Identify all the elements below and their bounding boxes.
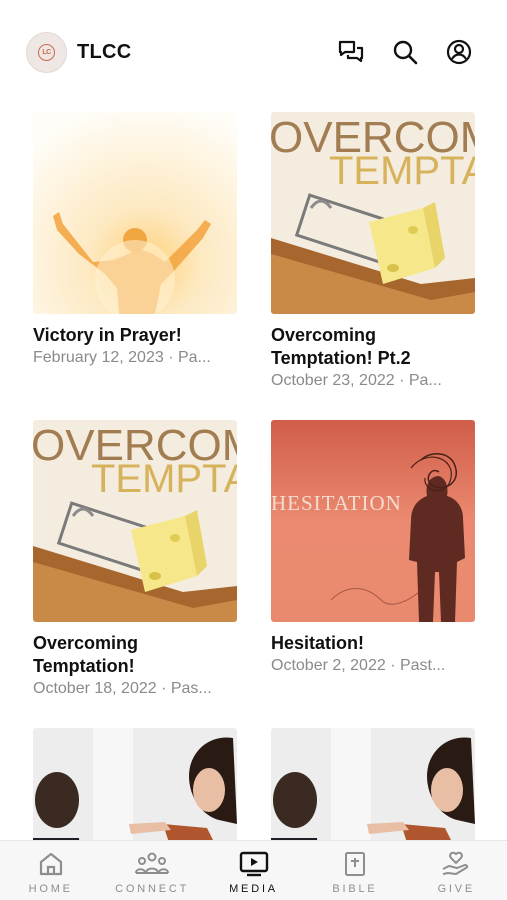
app-title: TLCC bbox=[77, 40, 132, 63]
bottom-tab-bar: HOME CONNECT MEDIA BIBLE GIVE bbox=[0, 840, 507, 900]
tab-label: BIBLE bbox=[332, 883, 378, 895]
sermon-thumbnail bbox=[33, 112, 237, 314]
tab-bible[interactable]: BIBLE bbox=[304, 841, 405, 900]
give-hand-icon bbox=[442, 851, 469, 875]
sermon-thumbnail: HESITATION bbox=[271, 420, 475, 622]
sermon-card[interactable]: OVERCOM TEMPTA Overcoming Temptation! Oc… bbox=[33, 420, 237, 699]
tab-label: GIVE bbox=[437, 883, 476, 895]
sermon-meta: October 18, 2022 · Pas... bbox=[33, 680, 212, 697]
sermon-title: Victory in Prayer! bbox=[33, 325, 182, 345]
sermon-card[interactable]: HESITATION Hesitation! October 2, 2022 ·… bbox=[271, 420, 475, 676]
sermon-title: Overcoming Temptation! bbox=[33, 633, 139, 676]
media-play-icon bbox=[239, 851, 268, 877]
app-header: LC TLCC bbox=[26, 30, 477, 74]
sermon-meta: October 2, 2022 · Past... bbox=[271, 657, 446, 674]
logo-mark: LC bbox=[38, 43, 55, 61]
tab-home[interactable]: HOME bbox=[0, 841, 101, 900]
people-icon bbox=[135, 852, 170, 874]
search-icon[interactable] bbox=[387, 34, 423, 70]
home-icon bbox=[39, 852, 62, 876]
tab-label: CONNECT bbox=[115, 883, 190, 895]
image-overlay-text: TEMPTA bbox=[91, 457, 237, 501]
sermon-title: Overcoming Temptation! Pt.2 bbox=[271, 325, 411, 368]
tab-give[interactable]: GIVE bbox=[406, 841, 507, 900]
sermon-card[interactable]: Victory in Prayer! February 12, 2023 · P… bbox=[33, 112, 237, 368]
tab-label: HOME bbox=[28, 883, 73, 895]
sermon-thumbnail: OVERCOM TEMPTA bbox=[33, 420, 237, 622]
sermon-meta: October 23, 2022 · Pa... bbox=[271, 372, 442, 389]
chat-icon[interactable] bbox=[333, 34, 369, 70]
image-overlay-text: HESITATION bbox=[271, 491, 402, 515]
tab-label: MEDIA bbox=[229, 883, 278, 895]
account-icon[interactable] bbox=[441, 34, 477, 70]
bible-icon bbox=[344, 852, 365, 876]
sermon-thumbnail: OVERCOM TEMPTA bbox=[271, 112, 475, 314]
church-logo[interactable]: LC bbox=[26, 31, 67, 73]
tab-connect[interactable]: CONNECT bbox=[101, 841, 202, 900]
sermon-meta: February 12, 2023 · Pa... bbox=[33, 349, 211, 366]
sermon-card[interactable]: OVERCOM TEMPTA Overcoming Temptation! Pt… bbox=[271, 112, 475, 391]
image-overlay-text: TEMPTA bbox=[329, 149, 475, 193]
tab-media[interactable]: MEDIA bbox=[203, 841, 304, 900]
sermon-title: Hesitation! bbox=[271, 633, 365, 653]
